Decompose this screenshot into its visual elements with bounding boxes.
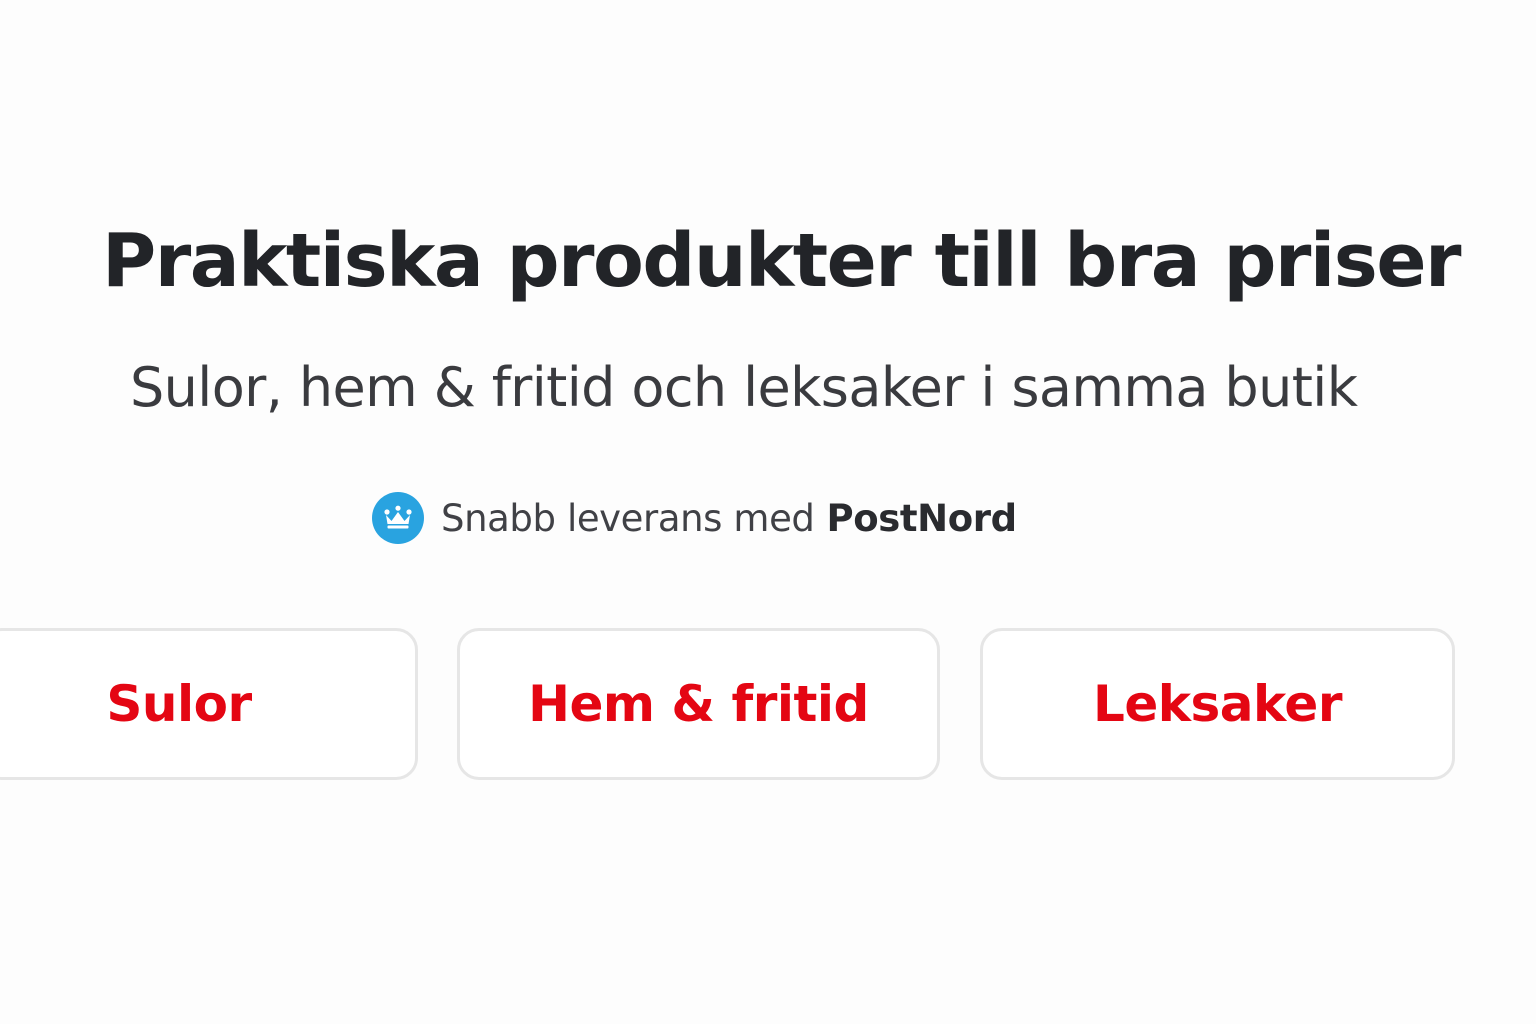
delivery-label: Snabb leverans med [441,496,815,540]
crown-icon [372,492,424,544]
category-label: Leksaker [1092,675,1343,733]
category-button-leksaker[interactable]: Leksaker [980,628,1455,780]
delivery-info: Snabb leverans med PostNord [372,490,1017,546]
page-title: Praktiska produkter till bra priser [102,218,1462,304]
category-button-sulor[interactable]: Sulor [0,628,418,780]
delivery-brand: PostNord [826,496,1018,540]
crown-icon-glyph [384,505,412,529]
category-label: Sulor [106,675,252,733]
landing-page: Praktiska produkter till bra priser Sulo… [0,0,1536,1024]
category-button-hem-fritid[interactable]: Hem & fritid [457,628,940,780]
page-subtitle: Sulor, hem & fritid och leksaker i samma… [130,356,1358,419]
category-label: Hem & fritid [528,675,869,733]
